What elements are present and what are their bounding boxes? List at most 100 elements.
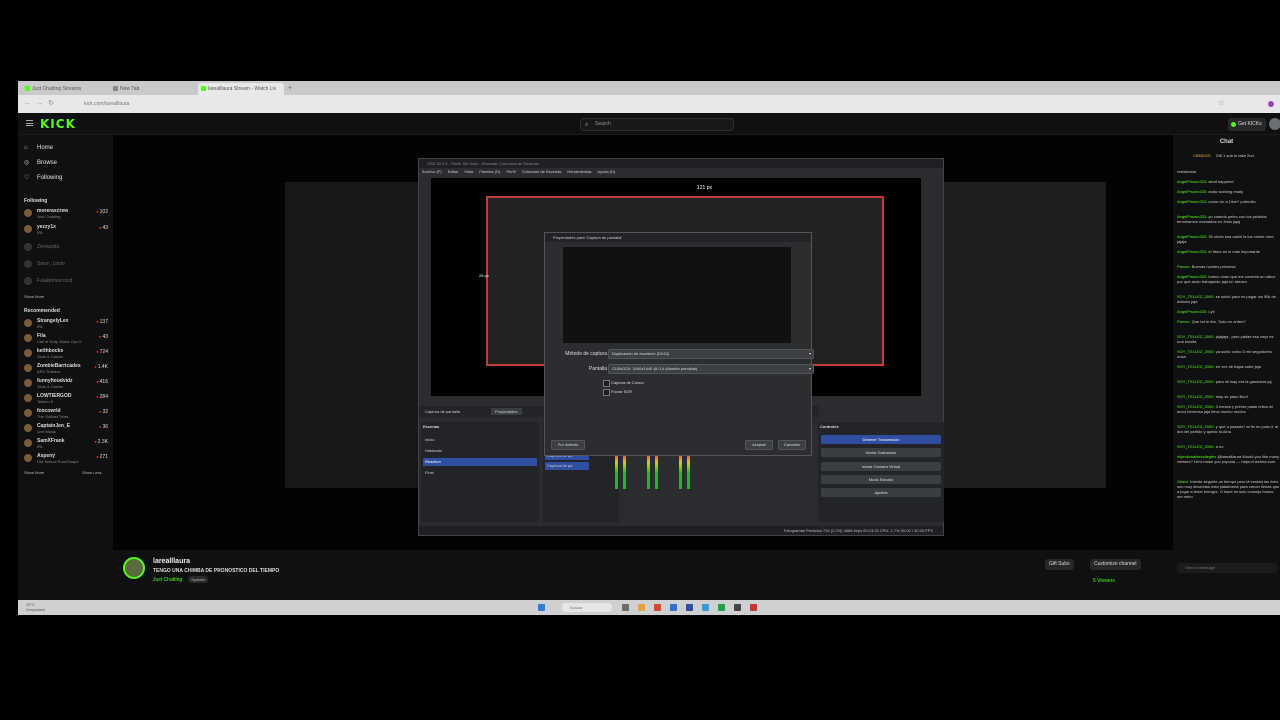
user-avatar[interactable]: [1269, 118, 1280, 130]
chat-username[interactable]: SOY_TELLEZ_2000:: [1177, 444, 1215, 449]
sidebar-item-home[interactable]: ⌂ Home: [24, 144, 53, 152]
search-input[interactable]: ⌕ Search: [580, 118, 734, 131]
recommended-channel[interactable]: FilaCall of Duty: Black Ops 643: [24, 333, 108, 344]
chat-username[interactable]: SOY_TELLEZ_2000:: [1177, 394, 1215, 399]
stream-video[interactable]: OBS 32.0.1 - Perfil: Sin título - Escena…: [113, 135, 1173, 550]
menu-item[interactable]: Herramientas: [567, 169, 591, 174]
chrome-icon[interactable]: [654, 604, 661, 611]
recommended-channel[interactable]: funnyhoodvidzSlots & Casino416: [24, 378, 108, 389]
taskbar-search[interactable]: Buscar: [562, 603, 612, 612]
chat-username[interactable]: AngelPinzon333:: [1177, 309, 1207, 314]
recommended-channel[interactable]: StrangelyLexIRL137: [24, 318, 108, 329]
following-channel-offline[interactable]: Sinon_Lindo: [24, 259, 108, 270]
tab-just-chatting[interactable]: Just Chatting Streams: [22, 83, 108, 95]
show-more-link[interactable]: Show More: [24, 470, 44, 475]
avatar: [24, 364, 32, 372]
url-field[interactable]: kick.com/larealllaura: [78, 99, 1198, 110]
show-more-link[interactable]: Show More: [24, 294, 44, 299]
scene-item[interactable]: Final: [423, 469, 537, 477]
menu-item[interactable]: Paneles (D): [479, 169, 500, 174]
cancel-button[interactable]: Cancelar: [778, 440, 806, 450]
capture-method-select[interactable]: Duplicación de escritorio (DXGI): [608, 349, 814, 359]
following-channel-offline[interactable]: Falakinmacrocd: [24, 276, 108, 287]
sidebar-item-browse[interactable]: ◎ Browse: [24, 159, 57, 167]
stream-category[interactable]: Just Chatting: [153, 577, 182, 583]
avatar: [24, 424, 32, 432]
tab-stream[interactable]: larealllaura Stream - Watch Liv: [198, 83, 284, 95]
defaults-button[interactable]: Por defecto: [551, 440, 585, 450]
screen-select[interactable]: CU34G2X: 3440x1440 @ 0,0 (Monitor princi…: [608, 364, 814, 374]
menu-icon[interactable]: [26, 120, 33, 126]
get-kicks-button[interactable]: Get KICKs: [1228, 118, 1266, 131]
profile-icon[interactable]: [1268, 101, 1274, 107]
app-icon[interactable]: [718, 604, 725, 611]
capture-cursor-checkbox[interactable]: Captura de Cursor: [603, 380, 644, 387]
kicks-icon: [1231, 122, 1236, 127]
language-badge[interactable]: Spanish: [188, 576, 209, 583]
customize-channel-button[interactable]: Customize channel: [1090, 559, 1141, 570]
sidebar-item-following[interactable]: ♡ Following: [24, 174, 62, 182]
chat-username[interactable]: Parcex:: [1177, 264, 1191, 269]
scene-item[interactable]: Inicio: [423, 436, 537, 444]
explorer-icon[interactable]: [638, 604, 645, 611]
kick-logo[interactable]: KICK: [40, 117, 76, 131]
menu-item[interactable]: Perfil: [506, 169, 515, 174]
recommended-channel[interactable]: AspenyOld School RuneScape271: [24, 453, 108, 464]
reload-icon[interactable]: ↻: [48, 99, 54, 109]
taskview-icon[interactable]: [622, 604, 629, 611]
avatar: [24, 379, 32, 387]
recommended-channel[interactable]: LOWTIERGODTekken 8284: [24, 393, 108, 404]
recommended-channel[interactable]: SamXFrankIRL2.3K: [24, 438, 108, 449]
stop-stream-button[interactable]: Detener Transmisión: [821, 435, 941, 444]
app-icon[interactable]: [686, 604, 693, 611]
edge-icon[interactable]: [670, 604, 677, 611]
chat-username[interactable]: AngelPinzon333:: [1177, 199, 1207, 204]
start-icon[interactable]: [538, 604, 545, 611]
chat-username[interactable]: AngelPinzon333:: [1177, 179, 1207, 184]
tab-new-tab[interactable]: New Tab: [110, 83, 196, 95]
chat-username[interactable]: Parcex:: [1177, 319, 1191, 324]
chat-username[interactable]: AngelPinzon333:: [1177, 189, 1207, 194]
menu-item[interactable]: Editar: [448, 169, 458, 174]
app-icon[interactable]: [702, 604, 709, 611]
new-tab-button[interactable]: +: [288, 83, 298, 95]
properties-button[interactable]: Propiedades: [491, 408, 522, 415]
gift-subs-button[interactable]: Gift Subs: [1045, 559, 1074, 570]
obs-icon[interactable]: [734, 604, 741, 611]
scene-item-active[interactable]: Reaction: [423, 458, 537, 466]
chat-username[interactable]: SOY_TELLEZ_2000:: [1177, 379, 1215, 384]
chat-message: SOY_TELLEZ_2000: se subió para no pagar …: [1177, 294, 1280, 304]
recommended-channel[interactable]: CaptainJen_ELive Music36: [24, 423, 108, 434]
stream-title: TENGO UNA CHIMBA DE PRONOSTICO DEL TIEMP…: [153, 568, 280, 574]
menu-item[interactable]: Colección de Escenas: [522, 169, 562, 174]
channel-name[interactable]: larealllaura: [153, 558, 190, 565]
back-icon[interactable]: ←: [24, 99, 31, 109]
virtual-camera-button[interactable]: Iniciar Cámara Virtual: [821, 462, 941, 471]
recommended-channel[interactable]: ZombieBarricadesARC Raiders1.4K: [24, 363, 108, 374]
channel-avatar[interactable]: [123, 557, 145, 579]
forward-icon[interactable]: →: [36, 99, 43, 109]
weather-widget[interactable]: 25°C Despejado: [26, 602, 45, 612]
app-icon[interactable]: [750, 604, 757, 611]
chat-username[interactable]: SOY_TELLEZ_2000:: [1177, 364, 1215, 369]
recommended-channel[interactable]: keithbocksSlots & Casino724: [24, 348, 108, 359]
star-icon[interactable]: ☆: [1218, 99, 1224, 109]
menu-item[interactable]: Vista: [464, 169, 473, 174]
menu-item[interactable]: Archivo (F): [422, 169, 442, 174]
accept-button[interactable]: Aceptar: [745, 440, 773, 450]
following-channel[interactable]: moreraxcrewJust Chatting102: [24, 208, 108, 219]
studio-mode-button[interactable]: Modo Estudio: [821, 475, 941, 484]
audio-meter: [679, 451, 682, 489]
start-recording-button[interactable]: Iniciar Grabación: [821, 448, 941, 457]
following-channel[interactable]: yezzy1xIRL43: [24, 224, 108, 235]
following-channel-offline[interactable]: Zerowqda: [24, 242, 108, 253]
scene-item[interactable]: Hablando: [423, 447, 537, 455]
settings-button[interactable]: Ajustes: [821, 488, 941, 497]
chat-input[interactable]: Send a message: [1177, 563, 1277, 573]
force-sdr-checkbox[interactable]: Forzar SDR: [603, 389, 632, 396]
recommended-channel[interactable]: foxcowrldThe Outlast Trials32: [24, 408, 108, 419]
chat-username[interactable]: AngelPinzon333:: [1177, 249, 1207, 254]
show-less-link[interactable]: Show Less: [82, 470, 102, 475]
source-item[interactable]: Captura de pa: [545, 462, 589, 470]
menu-item[interactable]: Ayuda (H): [597, 169, 615, 174]
